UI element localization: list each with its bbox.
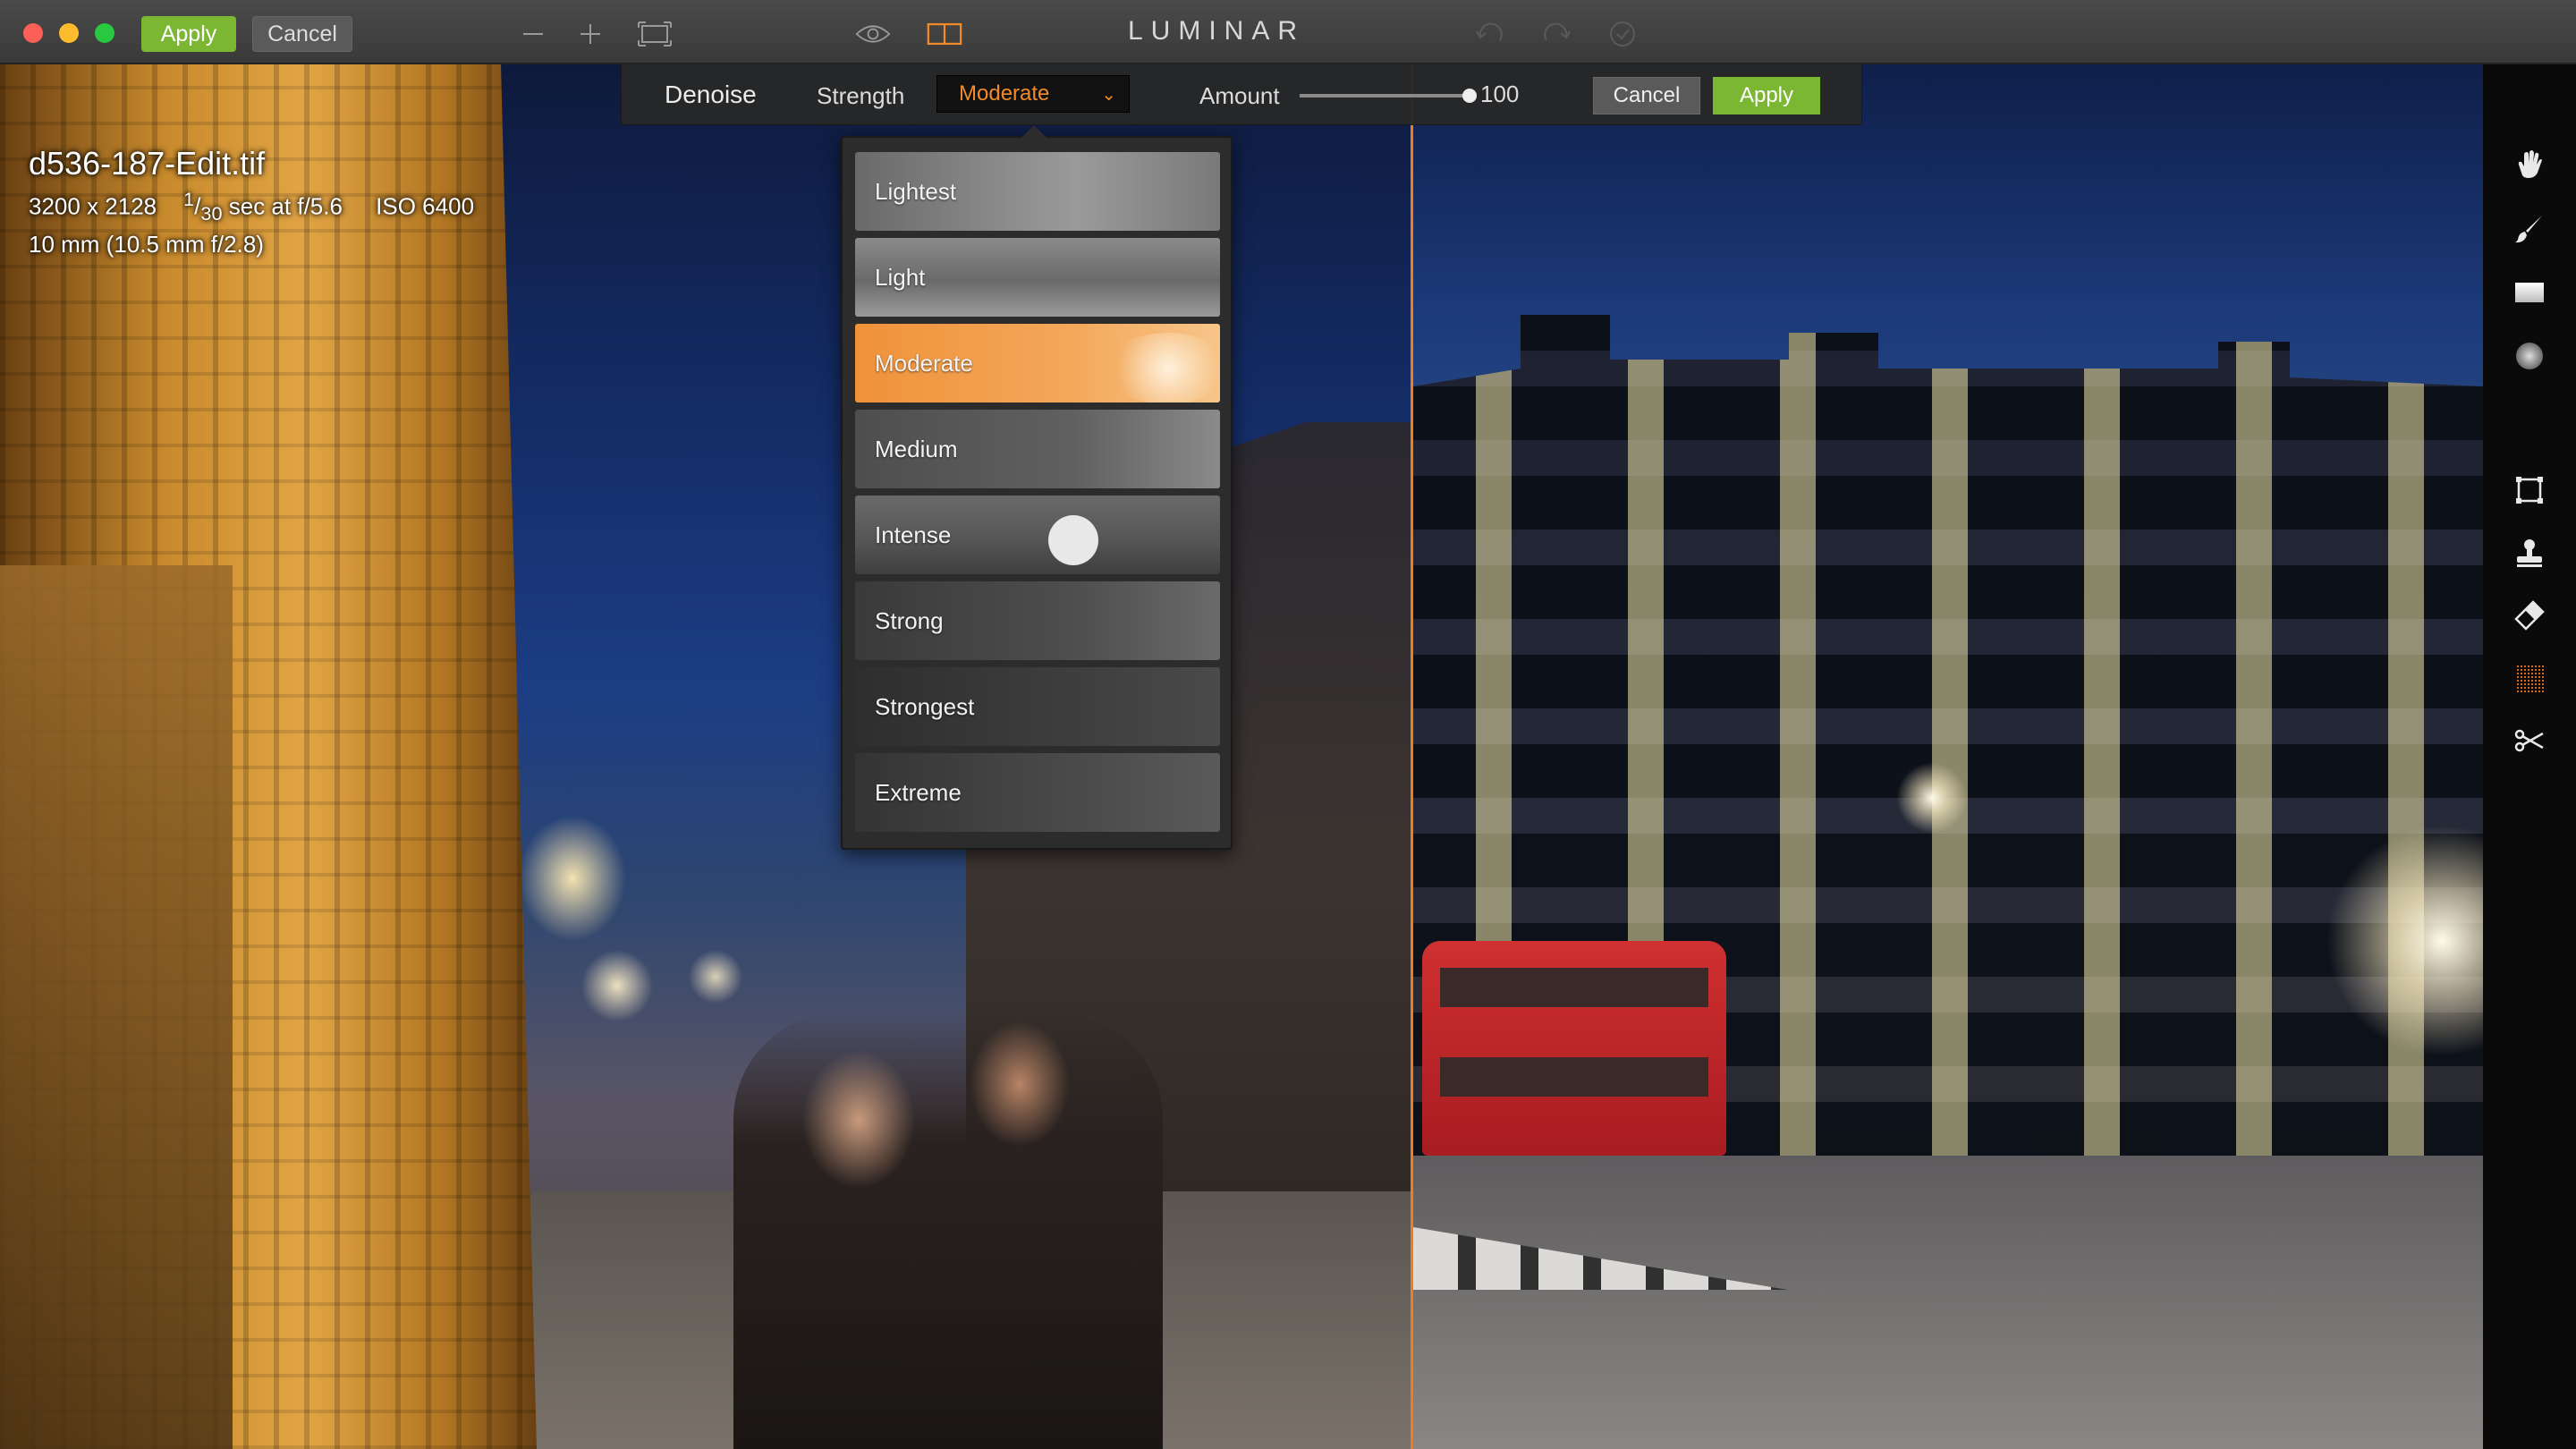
image-dimensions: 3200 x 2128 — [29, 192, 157, 220]
brush-icon[interactable] — [2512, 211, 2547, 247]
image-info-overlay: d536-187-Edit.tif 3200 x 2128 1/30 sec at… — [29, 145, 474, 258]
photo-after — [1413, 64, 2483, 1449]
preset-label: Strongest — [875, 692, 975, 720]
strength-dropdown-menu: Lightest Light Moderate Medium Intense S… — [841, 125, 1233, 850]
photo-red-bus — [1422, 941, 1726, 1156]
gradient-mask-icon[interactable] — [2512, 274, 2547, 309]
shutter-numerator: 1 — [183, 188, 195, 210]
window-maximize-button[interactable] — [95, 23, 114, 43]
eraser-icon[interactable] — [2512, 597, 2547, 633]
preset-label: Medium — [875, 435, 958, 462]
amount-slider-fill — [1300, 94, 1470, 97]
chevron-down-icon: ⌄ — [1101, 85, 1116, 105]
noise-texture-icon[interactable] — [2512, 660, 2547, 696]
preset-label: Lightest — [875, 177, 957, 205]
redo-icon[interactable] — [1538, 16, 1574, 52]
denoise-apply-button[interactable]: Apply — [1713, 77, 1820, 114]
fit-screen-icon[interactable] — [637, 16, 673, 52]
image-filename: d536-187-Edit.tif — [29, 145, 266, 182]
preset-option[interactable]: Extreme — [855, 753, 1220, 832]
zoom-in-icon[interactable] — [572, 16, 608, 52]
preset-option-selected[interactable]: Moderate — [855, 324, 1220, 402]
amount-slider[interactable] — [1300, 89, 1477, 103]
window-minimize-button[interactable] — [59, 23, 79, 43]
photo-right-road — [1413, 1156, 2483, 1449]
cut-scissors-icon[interactable] — [2512, 723, 2547, 758]
crop-icon[interactable] — [2512, 472, 2547, 508]
history-icon[interactable] — [1605, 16, 1640, 52]
image-exposure-line: 3200 x 2128 1/30 sec at f/5.6 ISO 6400 — [29, 188, 475, 225]
strength-label: Strength — [817, 82, 905, 109]
amount-value: 100 — [1480, 80, 1520, 107]
preset-option[interactable]: Light — [855, 238, 1220, 317]
photo-tower-side — [0, 565, 233, 1449]
preset-option[interactable]: Medium — [855, 410, 1220, 488]
preset-option[interactable]: Strongest — [855, 667, 1220, 746]
zoom-out-icon[interactable] — [515, 16, 551, 52]
photo-couple — [733, 1013, 1163, 1449]
title-bar: Apply Cancel LUMINAR — [0, 0, 2576, 64]
photo-streetlight — [1896, 762, 1968, 834]
preset-option[interactable]: Strong — [855, 581, 1220, 660]
strength-select[interactable]: Moderate ⌄ — [936, 75, 1130, 113]
preset-label: Strong — [875, 606, 944, 634]
lens-info: 10 mm (10.5 mm f/2.8) — [29, 230, 264, 258]
titlebar-cancel-button[interactable]: Cancel — [252, 16, 352, 52]
denoise-toolbar: Denoise Strength Moderate ⌄ Amount 100 C… — [621, 64, 1862, 125]
iso-value: ISO 6400 — [376, 192, 475, 220]
eye-preview-icon[interactable] — [855, 16, 891, 52]
preset-option[interactable]: Intense — [855, 496, 1220, 574]
window-close-button[interactable] — [23, 23, 43, 43]
split-view-icon[interactable] — [927, 16, 962, 52]
image-canvas[interactable]: d536-187-Edit.tif 3200 x 2128 1/30 sec at… — [0, 64, 2483, 1449]
denoise-title: Denoise — [665, 80, 757, 108]
preset-label: Intense — [875, 521, 952, 548]
strength-selected-value: Moderate — [959, 81, 1050, 106]
preset-label: Extreme — [875, 778, 962, 806]
tool-panel — [2483, 64, 2576, 1449]
preset-label: Light — [875, 263, 926, 291]
amount-slider-knob[interactable] — [1462, 89, 1477, 103]
clone-stamp-icon[interactable] — [2512, 535, 2547, 571]
split-divider-handle[interactable] — [1411, 64, 1413, 1449]
amount-label: Amount — [1199, 82, 1280, 109]
preset-option[interactable]: Lightest — [855, 152, 1220, 231]
titlebar-apply-button[interactable]: Apply — [141, 16, 236, 52]
radial-mask-icon[interactable] — [2512, 338, 2547, 374]
pan-hand-icon[interactable] — [2512, 147, 2547, 182]
preset-label: Moderate — [875, 349, 973, 377]
exposure-details: sec at f/5.6 — [228, 192, 343, 220]
undo-icon[interactable] — [1472, 16, 1508, 52]
shutter-denominator: 30 — [200, 201, 223, 225]
denoise-cancel-button[interactable]: Cancel — [1593, 77, 1700, 114]
app-title: LUMINAR — [1127, 16, 1305, 46]
